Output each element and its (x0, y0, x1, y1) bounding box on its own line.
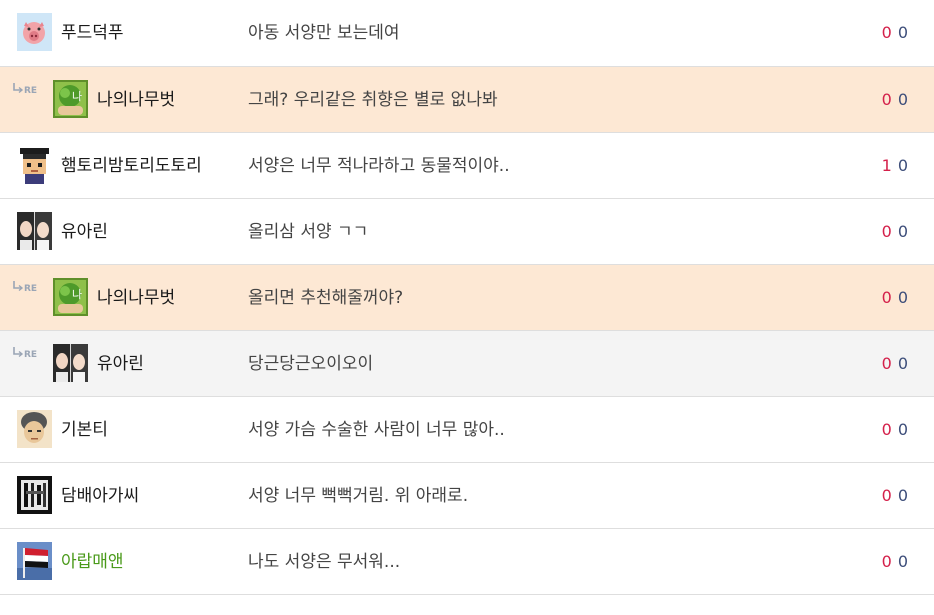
pixel-graduate-avatar[interactable] (17, 146, 52, 184)
bw-photo-avatar[interactable] (17, 476, 52, 514)
reply-re-icon: RE (12, 82, 42, 96)
svg-text:나: 나 (72, 288, 82, 301)
vote-counts: 00 (882, 353, 908, 375)
comment-author-nick[interactable]: 햄토리밤토리도토리 (61, 155, 202, 177)
vote-counts: 00 (882, 89, 908, 111)
two-girls-avatar[interactable] (17, 212, 52, 250)
comment-row: RE 나 나의나무벗 그래? 우리같은 취향은 별로 없나봐 0 0 (0, 67, 934, 133)
comment-author-nick[interactable]: 푸드덕푸 (61, 22, 124, 44)
svg-text:RE: RE (24, 350, 37, 360)
upvote-count[interactable]: 0 (882, 288, 892, 307)
downvote-count[interactable]: 0 (898, 486, 908, 505)
downvote-count[interactable]: 0 (898, 288, 908, 307)
vote-counts: 00 (882, 419, 908, 441)
downvote-count[interactable]: 0 (898, 222, 908, 241)
flag-avatar[interactable] (17, 542, 52, 580)
upvote-count[interactable]: 0 (882, 90, 892, 109)
vote-counts: 00 (882, 221, 908, 243)
vote-counts: 00 (882, 22, 908, 44)
upvote-count[interactable]: 0 (882, 222, 892, 241)
comment-row: 유아린 올리삼 서양 ㄱㄱ 0 0 (0, 199, 934, 265)
upvote-count[interactable]: 1 (882, 156, 892, 175)
comment-author-nick[interactable]: 나의나무벗 (97, 89, 175, 111)
comment-list: 푸드덕푸 아동 서양만 보는데여 0 0 RE 나 나의나무벗 그래? 우리같은 취향은 별로… (0, 0, 934, 595)
comment-text: 서양 너무 뻑뻑거림. 위 아래로. (248, 486, 469, 506)
comment-text: 서양은 너무 적나라하고 동물적이야.. (248, 156, 510, 176)
comment-author-nick[interactable]: 유아린 (97, 353, 144, 375)
comment-author-nick[interactable]: 기본티 (61, 419, 108, 441)
downvote-count[interactable]: 0 (898, 354, 908, 373)
downvote-count[interactable]: 0 (898, 552, 908, 571)
comment-author-nick[interactable]: 유아린 (61, 221, 108, 243)
vote-counts: 00 (882, 287, 908, 309)
svg-text:RE: RE (24, 284, 37, 294)
comment-row: 햄토리밤토리도토리 서양은 너무 적나라하고 동물적이야.. 1 0 (0, 133, 934, 199)
pig-avatar[interactable] (17, 13, 52, 51)
reply-re-icon: RE (12, 346, 42, 360)
reply-re-icon: RE (12, 280, 42, 294)
comment-text: 아동 서양만 보는데여 (248, 23, 400, 43)
comment-row: 담배아가씨 서양 너무 뻑뻑거림. 위 아래로. 0 0 (0, 463, 934, 529)
comment-row: RE 나 나의나무벗 올리면 추천해줄꺼야? 0 0 (0, 265, 934, 331)
downvote-count[interactable]: 0 (898, 23, 908, 42)
two-girls-avatar[interactable] (53, 344, 88, 382)
comment-text: 나도 서양은 무서워... (248, 552, 401, 572)
comment-text: 올리삼 서양 ㄱㄱ (248, 222, 369, 242)
upvote-count[interactable]: 0 (882, 552, 892, 571)
svg-text:나: 나 (72, 90, 82, 103)
comment-text: 서양 가슴 수술한 사람이 너무 많아.. (248, 420, 505, 440)
upvote-count[interactable]: 0 (882, 486, 892, 505)
comment-author-nick[interactable]: 담배아가씨 (61, 485, 139, 507)
comment-text: 그래? 우리같은 취향은 별로 없나봐 (248, 90, 498, 110)
comment-row: 기본티 서양 가슴 수술한 사람이 너무 많아.. 0 0 (0, 397, 934, 463)
comment-row: RE 유아린 당근당근오이오이 0 0 (0, 331, 934, 397)
comment-text: 당근당근오이오이 (248, 354, 374, 374)
vote-counts: 10 (882, 155, 908, 177)
upvote-count[interactable]: 0 (882, 420, 892, 439)
downvote-count[interactable]: 0 (898, 420, 908, 439)
comment-text: 올리면 추천해줄꺼야? (248, 288, 404, 308)
comment-author-nick[interactable]: 아랍매앤 (61, 551, 124, 573)
downvote-count[interactable]: 0 (898, 156, 908, 175)
comment-row: 푸드덕푸 아동 서양만 보는데여 0 0 (0, 0, 934, 67)
upvote-count[interactable]: 0 (882, 354, 892, 373)
upvote-count[interactable]: 0 (882, 23, 892, 42)
vote-counts: 00 (882, 485, 908, 507)
vote-counts: 00 (882, 551, 908, 573)
svg-text:RE: RE (24, 86, 37, 96)
comment-author-nick[interactable]: 나의나무벗 (97, 287, 175, 309)
tree-avatar[interactable]: 나 (53, 80, 88, 118)
downvote-count[interactable]: 0 (898, 90, 908, 109)
comment-row: 아랍매앤 나도 서양은 무서워... 0 0 (0, 529, 934, 595)
default-face-avatar[interactable] (17, 410, 52, 448)
tree-avatar[interactable]: 나 (53, 278, 88, 316)
